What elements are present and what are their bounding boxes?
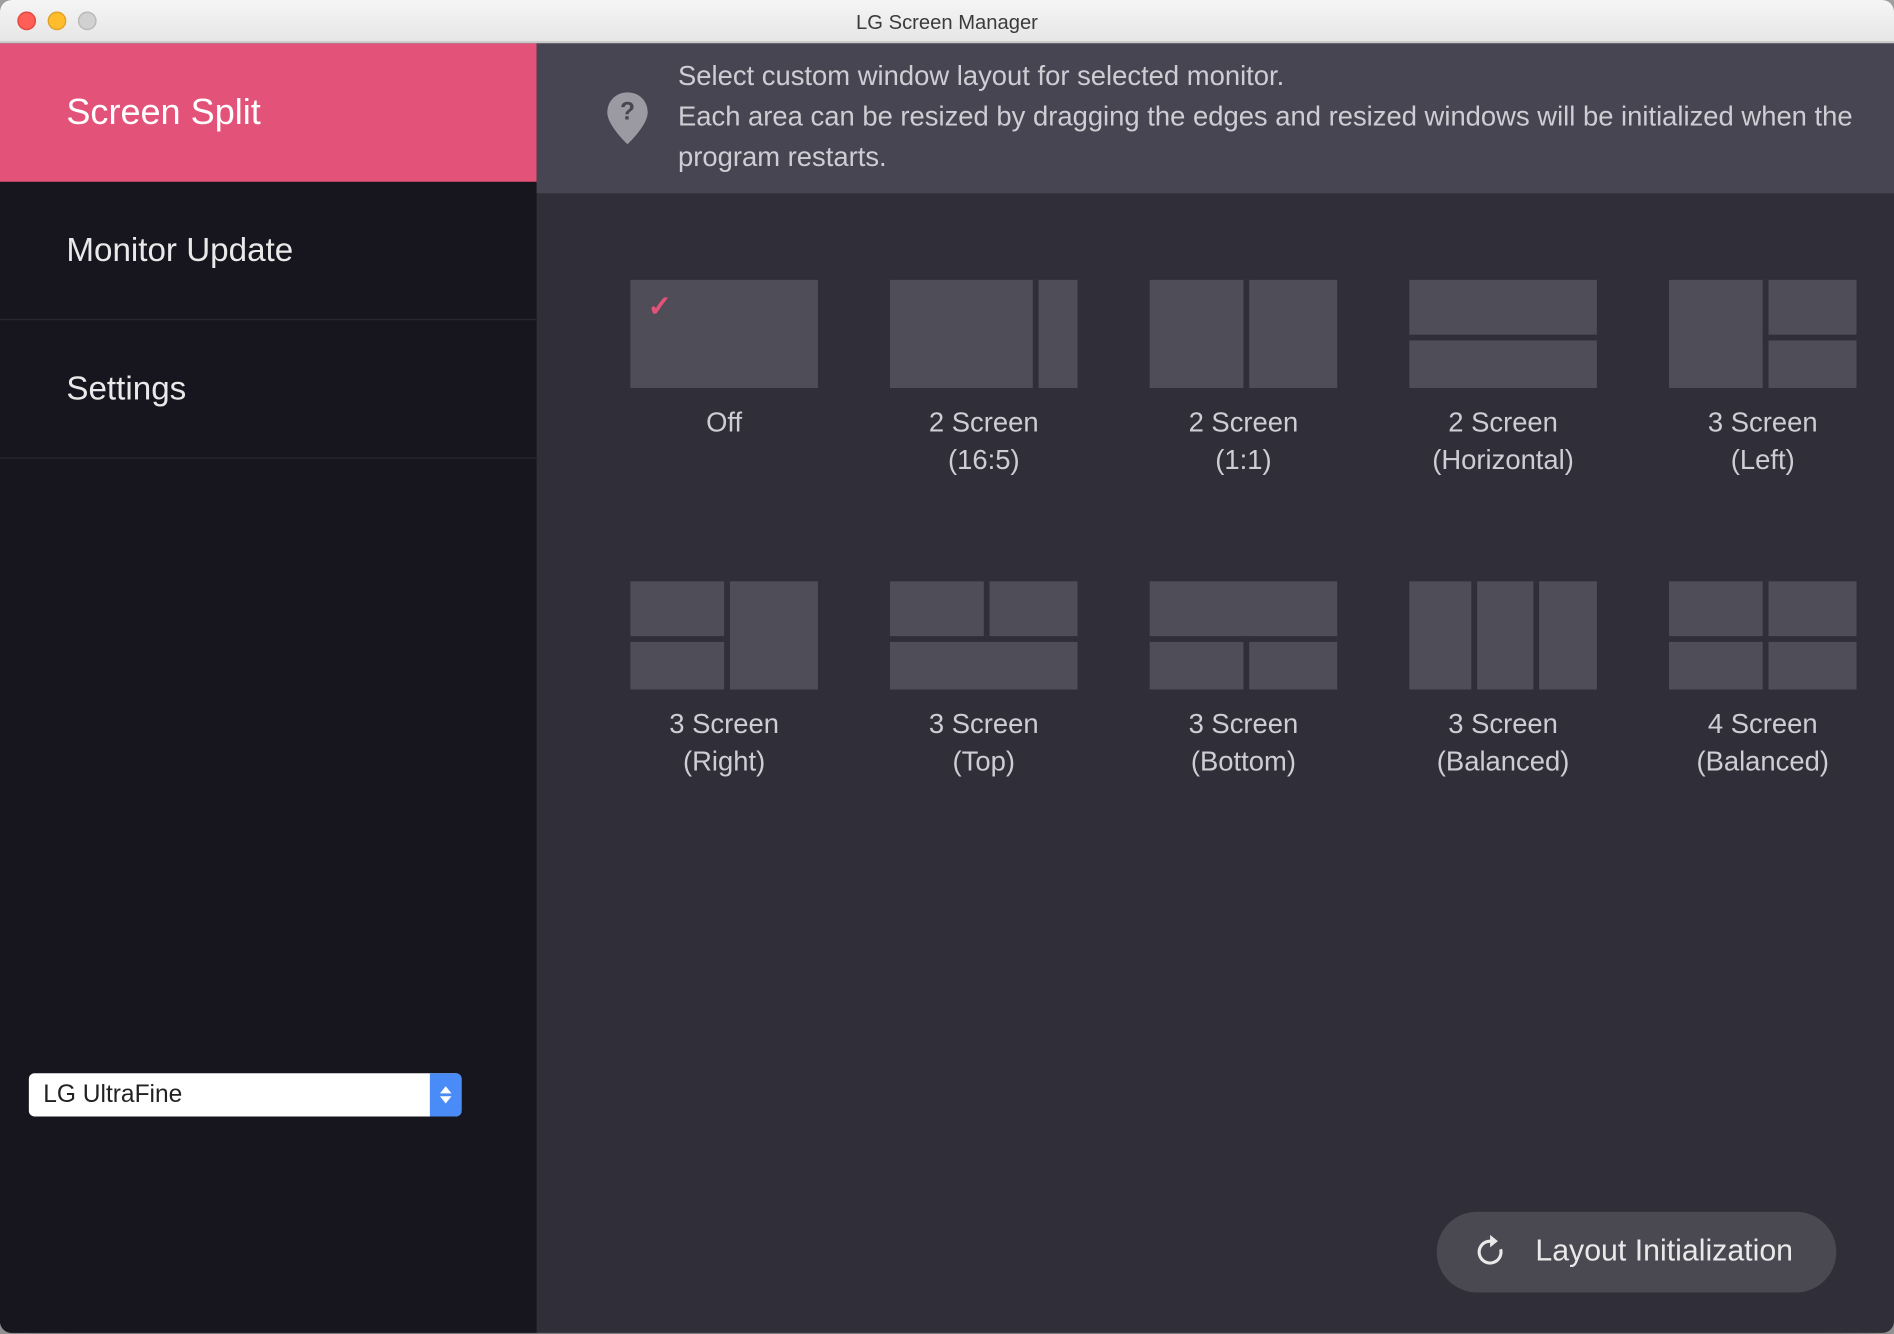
monitor-select[interactable]: LG UltraFine bbox=[29, 1073, 462, 1116]
layout-label: 2 Screen(1:1) bbox=[1189, 405, 1299, 480]
layout-option-3-balanced[interactable]: 3 Screen(Balanced) bbox=[1388, 581, 1619, 782]
monitor-select-value: LG UltraFine bbox=[43, 1080, 182, 1109]
check-icon: ✓ bbox=[648, 288, 672, 324]
layout-label: 3 Screen(Right) bbox=[669, 707, 779, 782]
layout-option-off[interactable]: ✓ Off bbox=[609, 280, 840, 481]
layout-grid: ✓ Off 2 Screen(16:5) 2 Screen(1:1) 2 Screen(… bbox=[609, 280, 1837, 782]
close-icon[interactable] bbox=[17, 12, 36, 31]
layout-label: 3 Screen(Balanced) bbox=[1437, 707, 1570, 782]
sidebar-spacer bbox=[0, 459, 537, 1074]
traffic-lights bbox=[17, 12, 96, 31]
layout-label: 3 Screen(Top) bbox=[929, 707, 1039, 782]
reload-icon bbox=[1472, 1233, 1510, 1271]
layout-initialization-label: Layout Initialization bbox=[1535, 1235, 1793, 1270]
layout-option-4-balanced[interactable]: 4 Screen(Balanced) bbox=[1647, 581, 1878, 782]
app-window: LG Screen Manager Screen Split Monitor Up… bbox=[0, 0, 1894, 1333]
layout-thumb bbox=[630, 581, 818, 689]
updown-arrows-icon bbox=[430, 1073, 462, 1116]
main: ? Select custom window layout for select… bbox=[537, 43, 1894, 1333]
titlebar[interactable]: LG Screen Manager bbox=[0, 0, 1894, 43]
sidebar-item-monitor-update[interactable]: Monitor Update bbox=[0, 182, 537, 320]
sidebar-item-settings[interactable]: Settings bbox=[0, 320, 537, 458]
content: ✓ Off 2 Screen(16:5) 2 Screen(1:1) 2 Screen(… bbox=[537, 193, 1894, 1333]
zoom-icon bbox=[78, 12, 97, 31]
layout-initialization-button[interactable]: Layout Initialization bbox=[1437, 1212, 1836, 1293]
layout-thumb bbox=[1409, 280, 1597, 388]
monitor-select-wrap: LG UltraFine bbox=[0, 1073, 537, 1333]
layout-option-2-horizontal[interactable]: 2 Screen(Horizontal) bbox=[1388, 280, 1619, 481]
sidebar-item-label: Settings bbox=[66, 369, 186, 408]
info-bar: ? Select custom window layout for select… bbox=[537, 43, 1894, 193]
sidebar-item-label: Screen Split bbox=[66, 92, 260, 134]
sidebar-item-label: Monitor Update bbox=[66, 231, 293, 270]
layout-thumb bbox=[1150, 581, 1338, 689]
layout-thumb bbox=[1409, 581, 1597, 689]
layout-option-3-left[interactable]: 3 Screen(Left) bbox=[1647, 280, 1878, 481]
layout-option-3-bottom[interactable]: 3 Screen(Bottom) bbox=[1128, 581, 1359, 782]
sidebar-item-screen-split[interactable]: Screen Split bbox=[0, 43, 537, 181]
layout-option-3-right[interactable]: 3 Screen(Right) bbox=[609, 581, 840, 782]
minimize-icon[interactable] bbox=[48, 12, 67, 31]
layout-label: 3 Screen(Bottom) bbox=[1189, 707, 1299, 782]
help-pin-icon: ? bbox=[603, 89, 652, 147]
layout-label: Off bbox=[706, 405, 742, 480]
layout-thumb bbox=[1669, 280, 1857, 388]
layout-thumb bbox=[890, 280, 1078, 388]
info-text: Select custom window layout for selected… bbox=[678, 58, 1868, 179]
svg-text:?: ? bbox=[620, 99, 635, 126]
layout-label: 2 Screen(16:5) bbox=[929, 405, 1039, 480]
layout-label: 4 Screen(Balanced) bbox=[1696, 707, 1829, 782]
layout-option-2-16-5[interactable]: 2 Screen(16:5) bbox=[868, 280, 1099, 481]
layout-option-2-1-1[interactable]: 2 Screen(1:1) bbox=[1128, 280, 1359, 481]
layout-option-3-top[interactable]: 3 Screen(Top) bbox=[868, 581, 1099, 782]
window-title: LG Screen Manager bbox=[0, 9, 1894, 32]
layout-label: 2 Screen(Horizontal) bbox=[1432, 405, 1574, 480]
layout-thumb bbox=[1150, 280, 1338, 388]
window-body: Screen Split Monitor Update Settings LG Ul… bbox=[0, 43, 1894, 1333]
layout-thumb bbox=[1669, 581, 1857, 689]
layout-thumb bbox=[890, 581, 1078, 689]
layout-thumb: ✓ bbox=[630, 280, 818, 388]
sidebar: Screen Split Monitor Update Settings LG Ul… bbox=[0, 43, 537, 1333]
layout-label: 3 Screen(Left) bbox=[1708, 405, 1818, 480]
